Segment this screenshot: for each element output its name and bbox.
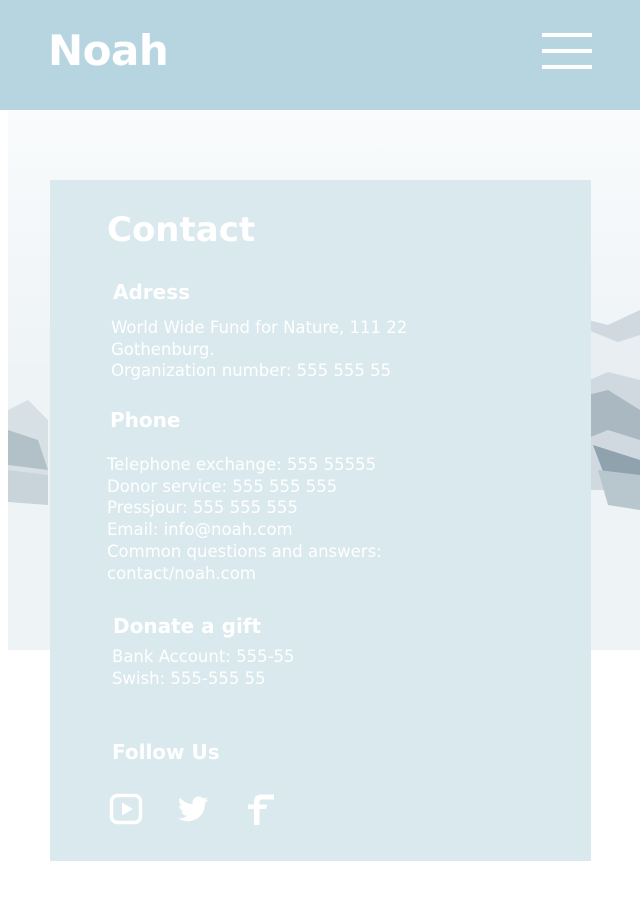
hamburger-menu-icon[interactable] — [542, 33, 592, 71]
phone-line: Common questions and answers: — [107, 541, 382, 561]
menu-bar — [542, 49, 592, 53]
donate-text: Bank Account: 555-55 Swish: 555-555 55 — [112, 646, 295, 689]
menu-bar — [542, 33, 592, 37]
address-line: Gothenburg. — [111, 339, 215, 359]
donate-heading: Donate a gift — [113, 614, 262, 638]
address-line: Organization number: 555 555 55 — [111, 361, 392, 381]
phone-line: Donor service: 555 555 555 — [107, 476, 338, 496]
address-heading: Adress — [113, 280, 191, 304]
phone-text: Telephone exchange: 555 55555 Donor serv… — [107, 454, 382, 584]
youtube-icon[interactable] — [109, 792, 143, 826]
phone-line: Pressjour: 555 555 555 — [107, 498, 298, 518]
phone-heading: Phone — [110, 408, 181, 432]
email-link[interactable]: Email: info@noah.com — [107, 519, 382, 541]
follow-heading: Follow Us — [112, 740, 220, 764]
address-line: World Wide Fund for Nature, 111 22 — [111, 318, 408, 337]
site-logo[interactable]: Noah — [48, 26, 169, 76]
twitter-icon[interactable] — [176, 792, 210, 826]
address-text: World Wide Fund for Nature, 111 22 Gothe… — [111, 317, 407, 382]
page-title: Contact — [107, 210, 256, 250]
site-header: Noah — [0, 0, 640, 110]
faq-link[interactable]: contact/noah.com — [107, 563, 382, 585]
menu-bar — [542, 65, 592, 69]
donate-line: Swish: 555-555 55 — [112, 668, 266, 688]
facebook-icon[interactable] — [243, 792, 277, 826]
phone-line: Telephone exchange: 555 55555 — [107, 455, 377, 474]
donate-line: Bank Account: 555-55 — [112, 647, 295, 666]
